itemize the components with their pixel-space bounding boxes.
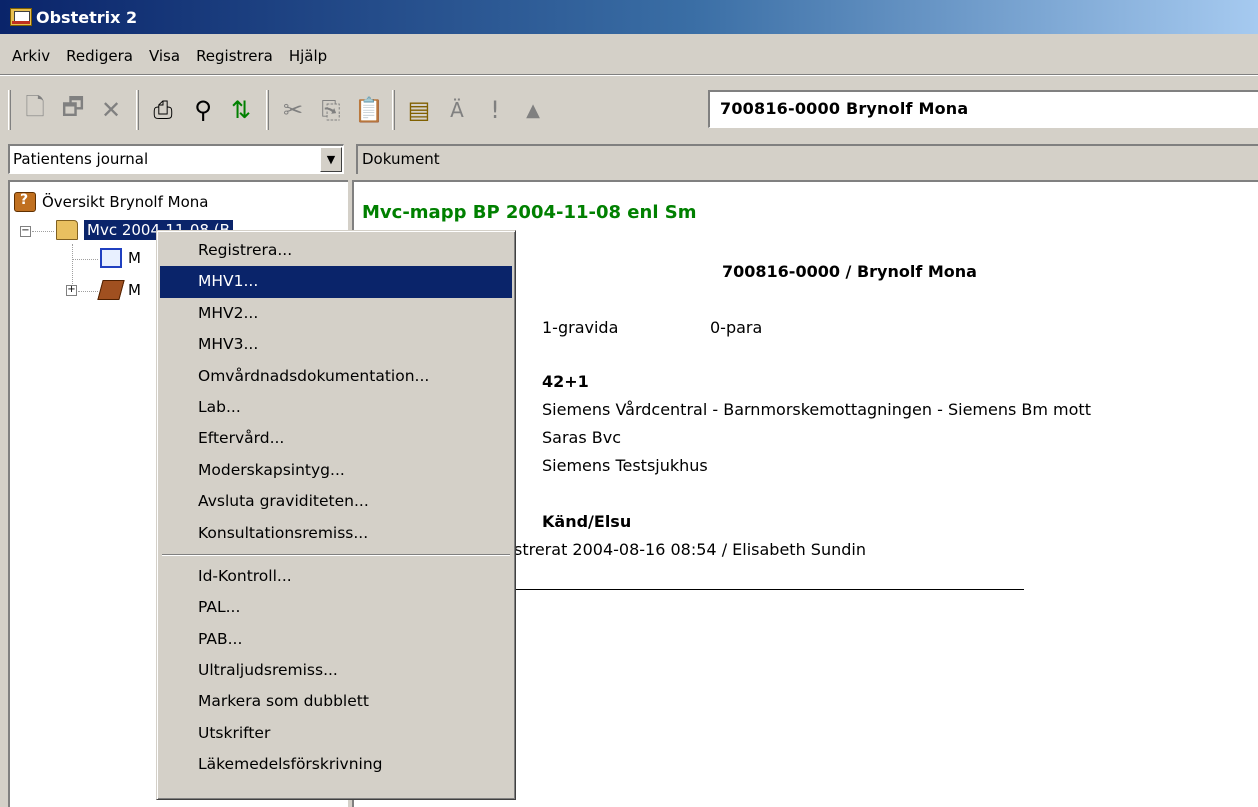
menu-item-registrera[interactable]: Registrera... [160, 235, 512, 266]
para-text: 0-para [710, 318, 763, 337]
menu-hjalp[interactable]: Hjälp [281, 47, 335, 65]
book-icon [97, 280, 125, 300]
menu-item-mhv3[interactable]: MHV3... [160, 329, 512, 360]
tree-connector [72, 259, 98, 260]
folder-open-icon [56, 220, 78, 240]
document-header: Dokument [356, 144, 1258, 174]
menu-arkiv[interactable]: Arkiv [4, 47, 58, 65]
menu-redigera[interactable]: Redigera [58, 47, 141, 65]
menu-item-eftervard[interactable]: Eftervård... [160, 423, 512, 454]
toolbar: 🗋 🗗 ✕ ⎙ ⚲ ⇅ ✂ ⎘ 📋 ▤ Ä ! ▲ 700816-0000 Br… [0, 80, 1258, 140]
journal-view-select[interactable]: Patientens journal ▼ [8, 144, 344, 174]
tree-connector [78, 291, 98, 292]
menu-item-ultraljudsremiss[interactable]: Ultraljudsremiss... [160, 655, 512, 686]
chevron-down-icon[interactable]: ▼ [320, 147, 342, 172]
title-bar: Obstetrix 2 [0, 0, 1258, 34]
window-title: Obstetrix 2 [36, 7, 138, 27]
gravida-text: 1-gravida [542, 318, 619, 337]
warning-icon[interactable]: ! [478, 92, 512, 128]
care-unit-text: Siemens Vårdcentral - Barnmorskemottagni… [542, 400, 1091, 419]
menu-registrera[interactable]: Registrera [188, 47, 281, 65]
context-menu: Registrera... MHV1... MHV2... MHV3... Om… [156, 230, 516, 800]
refresh-icon[interactable]: ⇅ [224, 92, 258, 128]
document-title: Mvc-mapp BP 2004-11-08 enl Sm [362, 202, 697, 223]
clipboard-icon[interactable]: ▤ [402, 92, 436, 128]
tree-item-overview[interactable]: Översikt Brynolf Mona [14, 192, 208, 212]
tree-item-child-2[interactable]: M [97, 280, 141, 300]
menu-item-utskrifter[interactable]: Utskrifter [160, 718, 512, 749]
menu-item-omvardnadsdokumentation[interactable]: Omvårdnadsdokumentation... [160, 361, 512, 392]
menu-item-mhv1[interactable]: MHV1... [160, 266, 512, 298]
copy-icon[interactable]: ⎘ [314, 92, 348, 128]
print-icon[interactable]: ⎙ [146, 92, 180, 128]
menu-item-pal[interactable]: PAL... [160, 592, 512, 623]
toolbar-separator [392, 90, 395, 130]
properties-icon[interactable]: 🗗 [56, 92, 90, 128]
tree-item-child-2-label: M [128, 281, 141, 299]
menu-item-konsultationsremiss[interactable]: Konsultationsremiss... [160, 518, 512, 549]
toolbar-separator [136, 90, 139, 130]
menu-item-pab[interactable]: PAB... [160, 624, 512, 655]
menubar-separator [0, 74, 1258, 76]
cut-icon[interactable]: ✂ [276, 92, 310, 128]
menu-bar: Arkiv Redigera Visa Registrera Hjälp [0, 40, 1258, 76]
hospital-text: Siemens Testsjukhus [542, 456, 708, 475]
known-status: Känd/Elsu [542, 512, 632, 531]
paste-icon[interactable]: 📋 [352, 92, 386, 128]
eject-icon[interactable]: ▲ [516, 92, 550, 128]
current-patient-display: 700816-0000 Brynolf Mona [708, 90, 1258, 128]
gestational-weeks: 42+1 [542, 372, 589, 391]
menu-item-avsluta-graviditeten[interactable]: Avsluta graviditeten... [160, 486, 512, 517]
find-icon[interactable]: ⚲ [186, 92, 220, 128]
toolbar-grip[interactable] [8, 90, 11, 130]
registered-text: strerat 2004-08-16 08:54 / Elisabeth Sun… [514, 540, 866, 559]
patient-line: 700816-0000 / Brynolf Mona [722, 262, 977, 281]
document-divider [514, 589, 1024, 590]
delete-icon[interactable]: ✕ [94, 92, 128, 128]
menu-item-moderskapsintyg[interactable]: Moderskapsintyg... [160, 455, 512, 486]
toolbar-separator [266, 90, 269, 130]
app-icon [10, 8, 32, 26]
menu-item-markera-dubblett[interactable]: Markera som dubblett [160, 686, 512, 717]
collapse-icon[interactable]: − [20, 226, 31, 237]
menu-item-lakemedelsforskrivning[interactable]: Läkemedelsförskrivning [160, 749, 512, 780]
overview-icon [14, 192, 36, 212]
tree-item-overview-label: Översikt Brynolf Mona [42, 193, 209, 211]
menu-item-lab[interactable]: Lab... [160, 392, 512, 423]
menu-item-id-kontroll[interactable]: Id-Kontroll... [160, 561, 512, 592]
document-icon [100, 248, 122, 268]
journal-view-value: Patientens journal [13, 150, 149, 168]
menu-visa[interactable]: Visa [141, 47, 188, 65]
a-umlaut-icon[interactable]: Ä [440, 92, 474, 128]
menu-item-mhv2[interactable]: MHV2... [160, 298, 512, 329]
child-care-text: Saras Bvc [542, 428, 622, 447]
new-document-icon[interactable]: 🗋 [18, 92, 52, 128]
tree-item-child-1-label: M [128, 249, 141, 267]
menu-separator [160, 549, 512, 561]
tree-item-child-1[interactable]: M [100, 248, 141, 268]
expand-icon[interactable]: + [66, 285, 77, 296]
tree-connector [32, 231, 54, 232]
